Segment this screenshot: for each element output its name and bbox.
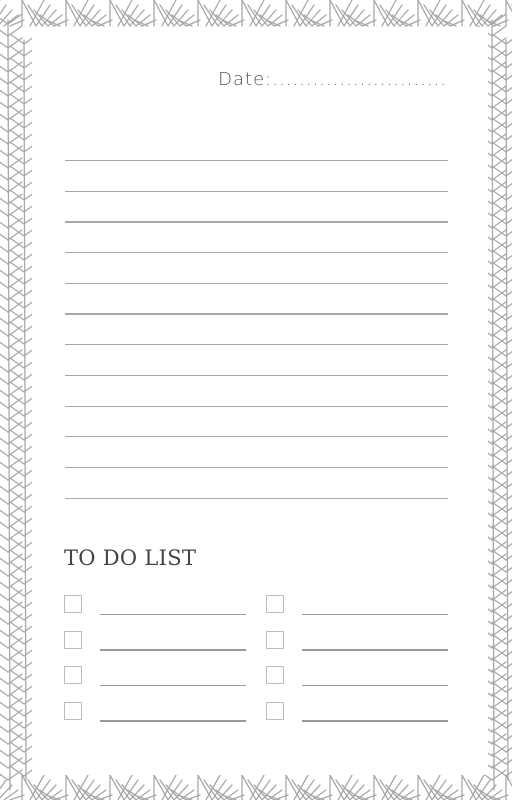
todo-column-left [64,593,246,735]
todo-checkbox[interactable] [64,666,82,684]
todo-item [64,700,246,722]
todo-checkbox[interactable] [266,666,284,684]
todo-checkbox[interactable] [64,630,82,649]
ruled-line[interactable] [65,466,448,469]
todo-item [64,629,246,651]
todo-write-line[interactable] [302,649,448,651]
todo-write-line[interactable] [302,684,448,686]
todo-checkbox[interactable] [266,595,284,613]
note-paper: Date:.......................... TO DO LI… [32,27,488,775]
ruled-line[interactable] [65,405,448,407]
todo-item [266,593,448,615]
todo-column-right [266,593,448,735]
ruled-line[interactable] [65,221,448,223]
ruled-line[interactable] [65,252,448,254]
ruled-lines [65,160,448,528]
todo-item [64,664,246,686]
todo-list-title: TO DO LIST [64,546,197,570]
todo-item [266,629,448,651]
todo-write-line[interactable] [302,720,448,722]
ruled-line[interactable] [65,190,448,192]
todo-write-line[interactable] [100,613,246,615]
todo-checkbox[interactable] [64,595,82,613]
todo-write-line[interactable] [100,720,246,722]
todo-checkbox[interactable] [64,701,82,720]
ruled-line[interactable] [65,160,448,162]
todo-checkbox[interactable] [266,630,284,649]
todo-item [64,593,246,615]
ruled-line[interactable] [65,344,448,346]
todo-item [266,700,448,722]
todo-checkbox[interactable] [266,701,284,720]
date-label: Date:.......................... [218,69,447,90]
ruled-line[interactable] [65,436,448,438]
todo-write-line[interactable] [100,649,246,651]
ruled-line[interactable] [65,313,448,315]
ruled-line[interactable] [65,497,448,499]
todo-item [266,664,448,686]
ruled-line[interactable] [65,374,448,376]
todo-write-line[interactable] [100,684,246,686]
todo-write-line[interactable] [302,613,448,615]
ruled-line[interactable] [65,282,448,284]
